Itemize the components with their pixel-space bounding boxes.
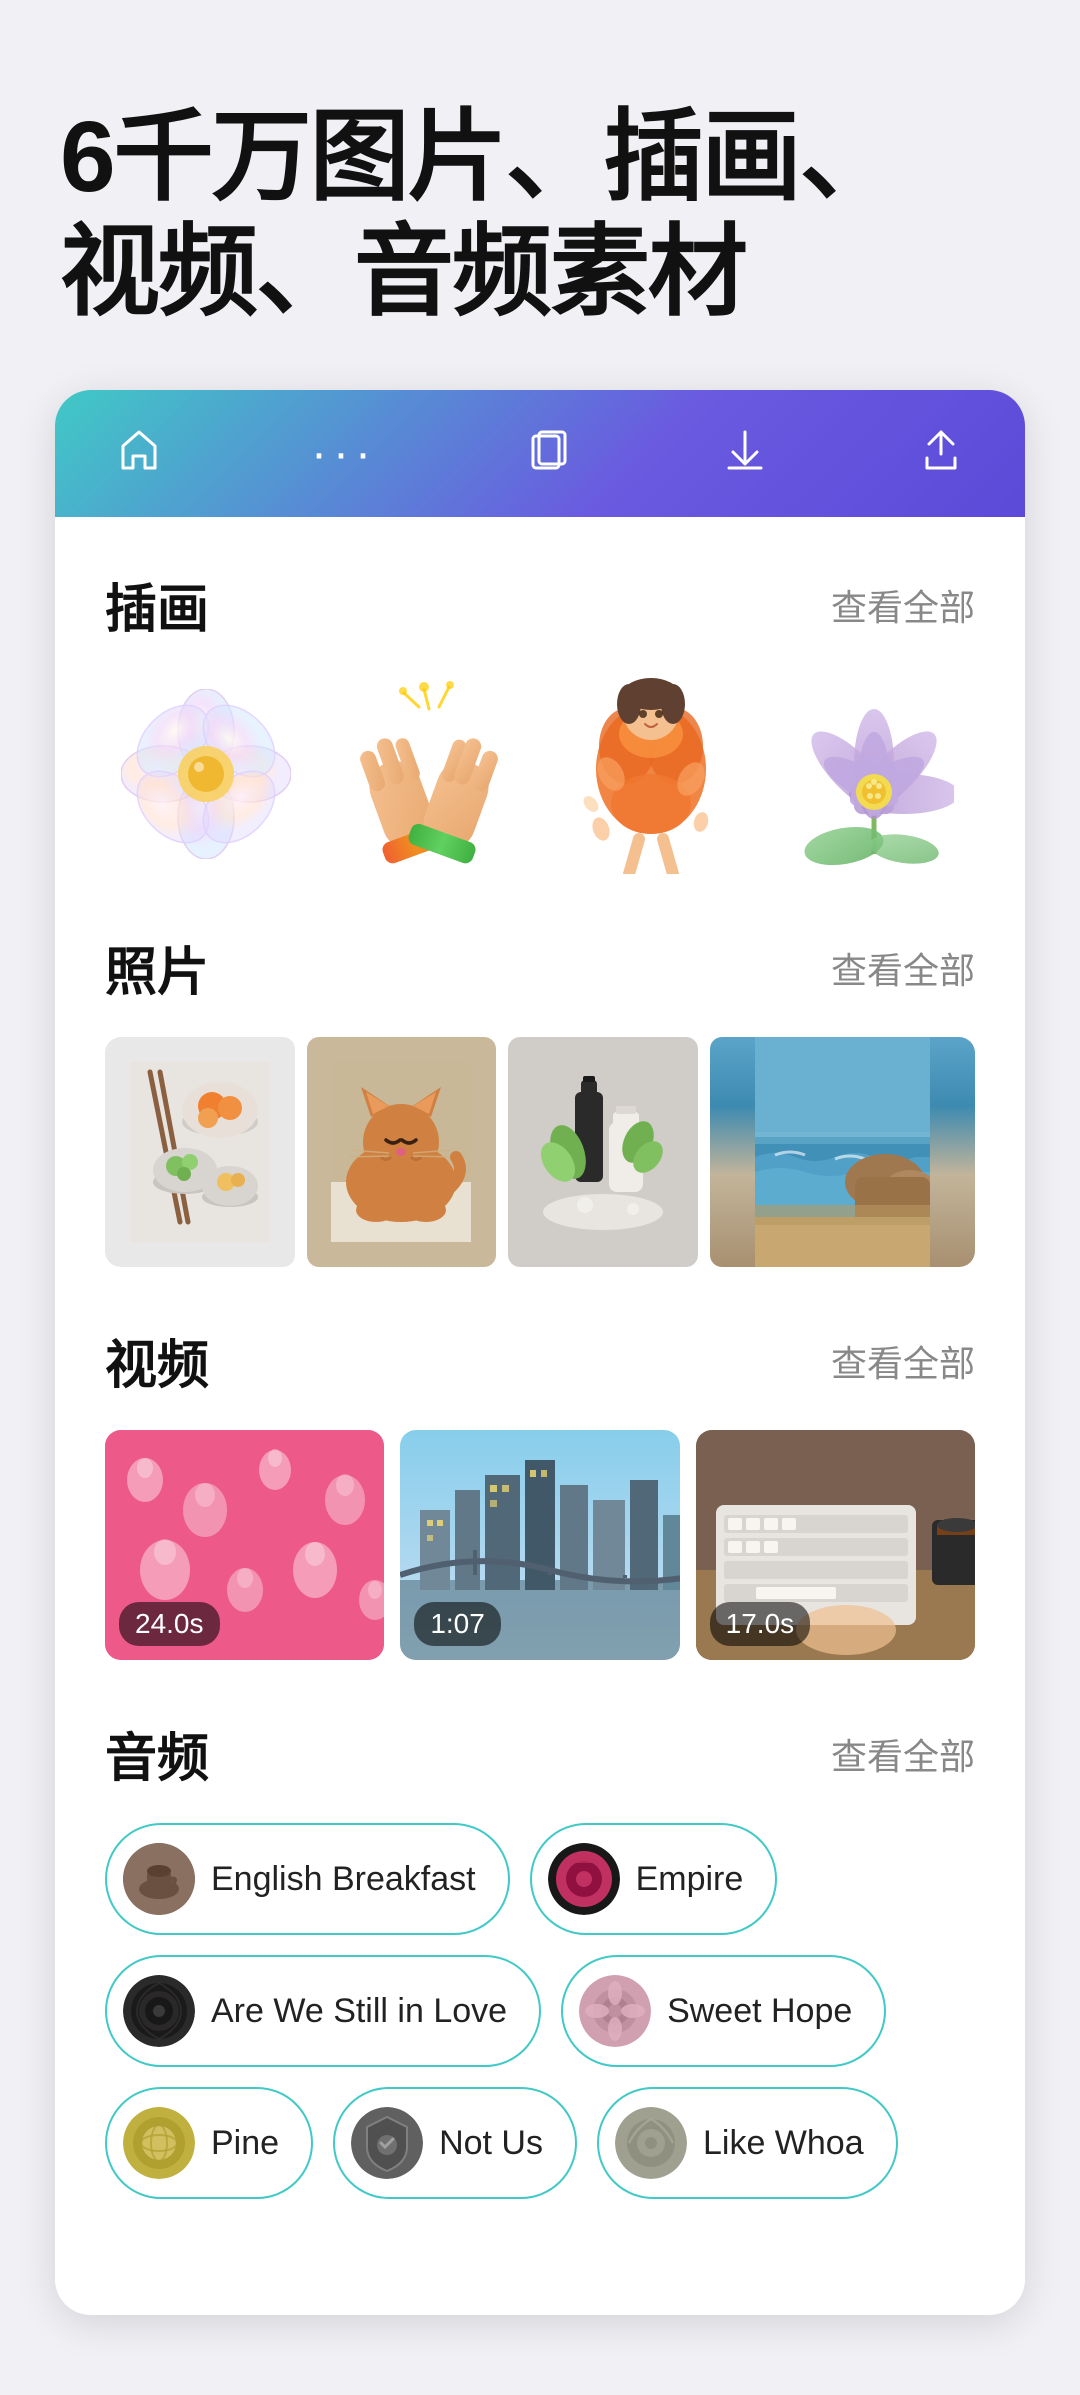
audio-chip-empire[interactable]: Empire bbox=[530, 1823, 778, 1935]
audio-chip-are-we-still[interactable]: Are We Still in Love bbox=[105, 1955, 541, 2067]
video-duration-2: 1:07 bbox=[414, 1602, 501, 1646]
photos-header: 照片 查看全部 bbox=[105, 930, 975, 1005]
hero-title: 6千万图片、插画、 视频、音频素材 bbox=[0, 60, 1080, 390]
audio-thumb-empire bbox=[548, 1843, 620, 1915]
audio-thumb-pine bbox=[123, 2107, 195, 2179]
video-desk[interactable]: 17.0s bbox=[696, 1430, 975, 1660]
audio-label-not-us: Not Us bbox=[439, 2124, 543, 2163]
video-duration-1: 24.0s bbox=[119, 1602, 220, 1646]
audio-row: English Breakfast bbox=[105, 1823, 975, 2199]
share-icon[interactable] bbox=[917, 426, 965, 481]
photos-title: 照片 bbox=[105, 930, 209, 1005]
photo-bottles[interactable] bbox=[508, 1037, 698, 1267]
audio-title: 音频 bbox=[105, 1716, 209, 1791]
download-icon[interactable] bbox=[721, 426, 769, 481]
photos-grid bbox=[105, 1037, 975, 1267]
audio-thumb-sweet-hope bbox=[579, 1975, 651, 2047]
audio-label-empire: Empire bbox=[636, 1860, 744, 1899]
illus-lotus[interactable] bbox=[773, 674, 976, 874]
audio-label-sweet-hope: Sweet Hope bbox=[667, 1992, 852, 2031]
audio-label-are-we-still: Are We Still in Love bbox=[211, 1992, 507, 2031]
videos-view-all[interactable]: 查看全部 bbox=[831, 1335, 975, 1387]
audio-thumb-english-breakfast bbox=[123, 1843, 195, 1915]
navbar: ··· bbox=[55, 390, 1025, 517]
audio-thumb-not-us bbox=[351, 2107, 423, 2179]
audio-section: 音频 查看全部 bbox=[105, 1716, 975, 2199]
videos-section: 视频 查看全部 bbox=[105, 1323, 975, 1660]
illustrations-row bbox=[105, 674, 975, 874]
illustrations-section: 插画 查看全部 bbox=[105, 567, 975, 874]
audio-chip-not-us[interactable]: Not Us bbox=[333, 2087, 577, 2199]
illus-bubble-flower[interactable] bbox=[105, 674, 308, 874]
photo-food[interactable] bbox=[105, 1037, 295, 1267]
audio-chip-english-breakfast[interactable]: English Breakfast bbox=[105, 1823, 510, 1935]
photos-section: 照片 查看全部 bbox=[105, 930, 975, 1267]
illustrations-title: 插画 bbox=[105, 567, 209, 642]
photo-sea[interactable] bbox=[710, 1037, 975, 1267]
page-wrapper: 6千万图片、插画、 视频、音频素材 ··· bbox=[0, 0, 1080, 2395]
video-rain[interactable]: 24.0s bbox=[105, 1430, 384, 1660]
illus-flower-girl[interactable] bbox=[550, 674, 753, 874]
illustrations-view-all[interactable]: 查看全部 bbox=[831, 579, 975, 631]
audio-label-like-whoa: Like Whoa bbox=[703, 2124, 864, 2163]
layers-icon[interactable] bbox=[525, 426, 573, 481]
content-area: 插画 查看全部 bbox=[55, 517, 1025, 2315]
illustrations-header: 插画 查看全部 bbox=[105, 567, 975, 642]
photo-cat[interactable] bbox=[307, 1037, 497, 1267]
audio-label-pine: Pine bbox=[211, 2124, 279, 2163]
videos-row: 24.0s bbox=[105, 1430, 975, 1660]
audio-chip-sweet-hope[interactable]: Sweet Hope bbox=[561, 1955, 886, 2067]
audio-header: 音频 查看全部 bbox=[105, 1716, 975, 1791]
more-icon[interactable]: ··· bbox=[311, 430, 377, 478]
illus-clapping-hands[interactable] bbox=[328, 674, 531, 874]
audio-label-english-breakfast: English Breakfast bbox=[211, 1860, 476, 1899]
home-icon[interactable] bbox=[115, 426, 163, 481]
audio-view-all[interactable]: 查看全部 bbox=[831, 1728, 975, 1780]
audio-thumb-are-we-still bbox=[123, 1975, 195, 2047]
video-city[interactable]: 1:07 bbox=[400, 1430, 679, 1660]
video-duration-3: 17.0s bbox=[710, 1602, 811, 1646]
videos-title: 视频 bbox=[105, 1323, 209, 1398]
photos-view-all[interactable]: 查看全部 bbox=[831, 942, 975, 994]
audio-chip-like-whoa[interactable]: Like Whoa bbox=[597, 2087, 898, 2199]
videos-header: 视频 查看全部 bbox=[105, 1323, 975, 1398]
app-card: ··· 插画 bbox=[55, 390, 1025, 2315]
audio-thumb-like-whoa bbox=[615, 2107, 687, 2179]
audio-chip-pine[interactable]: Pine bbox=[105, 2087, 313, 2199]
